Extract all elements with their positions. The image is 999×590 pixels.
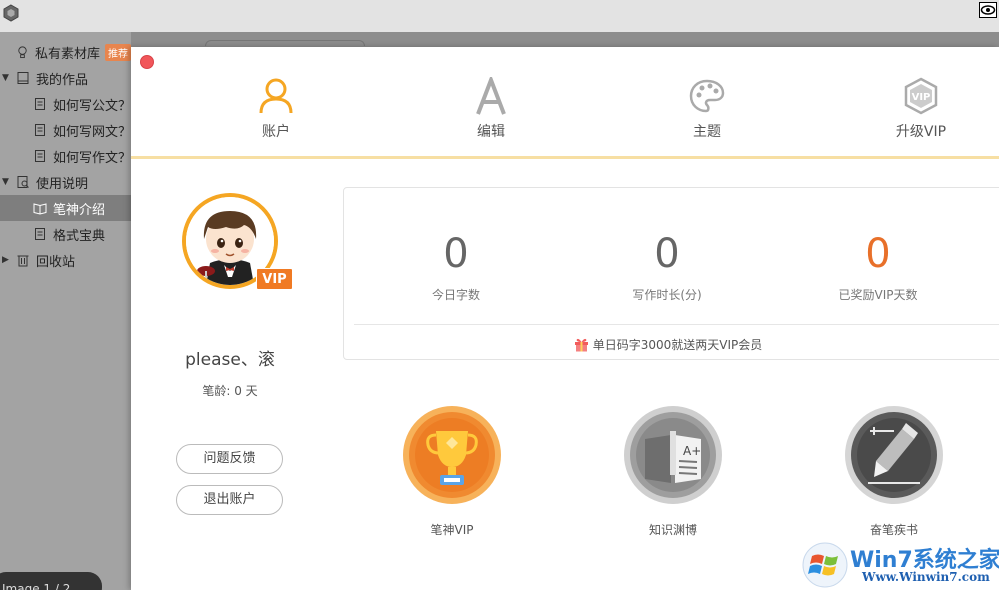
stat-writing-time: 0 写作时长(分) xyxy=(577,230,757,303)
eye-icon[interactable] xyxy=(979,2,997,18)
tab-edit[interactable]: 编辑 xyxy=(431,77,551,141)
sidebar-item-label: 如何写公文？ xyxy=(52,98,131,114)
medal-knowledge[interactable]: A+ 知识渊博 xyxy=(621,405,725,538)
sidebar-item-label: 回收站 xyxy=(36,254,76,270)
pencil-medal-icon xyxy=(845,406,943,504)
username: please、滚 xyxy=(185,350,275,370)
sidebar-item-private-library[interactable]: 私有素材库 推荐 xyxy=(0,39,131,65)
stat-caption: 今日字数 xyxy=(431,288,480,302)
site-watermark: Win7系统之家 Www.Winwin7.com xyxy=(802,540,999,590)
sidebar-item-doc[interactable]: 如何写网文？ xyxy=(0,117,131,143)
tab-account[interactable]: 账户 xyxy=(216,77,336,141)
book-search-icon xyxy=(17,176,29,188)
tab-label: 升级VIP xyxy=(895,124,947,140)
settings-tabbar: 账户 编辑 主题 VIP 升级VIP xyxy=(131,47,999,159)
sidebar-item-label: 如何写网文？ xyxy=(52,124,131,140)
promo-text: 单日码字3000就送两天VIP会员 xyxy=(592,338,763,352)
svg-text:A+: A+ xyxy=(683,444,701,458)
image-pager[interactable]: Image 1 / 2 xyxy=(0,572,102,590)
document-icon xyxy=(35,228,45,240)
stat-value: 0 xyxy=(654,231,680,277)
tab-label: 主题 xyxy=(693,124,721,140)
chevron-right-icon[interactable]: ▶ xyxy=(2,255,9,265)
sidebar-item-label: 如何写作文？ xyxy=(52,150,131,166)
settings-dialog: 账户 编辑 主题 VIP 升级VIP VIP please、滚 笔龄: 0 天 … xyxy=(131,47,999,590)
stat-value: 0 xyxy=(865,231,891,277)
app-titlebar xyxy=(0,0,999,32)
divider xyxy=(354,324,999,325)
medal-vip[interactable]: 笔神VIP xyxy=(400,405,504,538)
knowledge-book-medal-icon: A+ xyxy=(624,406,722,504)
pen-age: 笔龄: 0 天 xyxy=(202,384,258,398)
sidebar-item-my-works[interactable]: ▼ 我的作品 xyxy=(0,65,131,91)
sidebar: 私有素材库 推荐 ▼ 我的作品 如何写公文？ 如何写网文？ 如何写作文？ ▼ 使… xyxy=(0,32,131,590)
svg-text:VIP: VIP xyxy=(912,92,931,103)
sidebar-item-label: 格式宝典 xyxy=(53,228,106,244)
sidebar-item-label: 私有素材库 xyxy=(34,46,100,62)
windows-logo-icon xyxy=(802,542,848,588)
stat-caption: 写作时长(分) xyxy=(632,288,702,302)
gift-icon xyxy=(574,338,588,352)
stat-today-words: 0 今日字数 xyxy=(366,230,546,303)
sidebar-item-instructions[interactable]: ▼ 使用说明 xyxy=(0,169,131,195)
sidebar-item-label: 笔神介绍 xyxy=(53,202,106,218)
chevron-down-icon[interactable]: ▼ xyxy=(2,177,9,187)
tab-upgrade-vip[interactable]: VIP 升级VIP xyxy=(861,77,981,141)
trash-icon xyxy=(17,255,29,267)
medal-diligent[interactable]: 奋笔疾书 xyxy=(842,405,946,538)
lightbulb-icon xyxy=(18,46,27,59)
medal-caption: 笔神VIP xyxy=(430,523,474,537)
vip-badge: VIP xyxy=(256,268,293,290)
tab-label: 账户 xyxy=(262,124,290,140)
open-book-icon xyxy=(33,203,47,215)
watermark-url: Www.Winwin7.com xyxy=(862,570,990,584)
chevron-down-icon[interactable]: ▼ xyxy=(2,73,9,83)
stat-value: 0 xyxy=(443,231,469,277)
trophy-medal-icon xyxy=(403,406,501,504)
notebook-icon xyxy=(17,72,29,84)
stats-card: 0 今日字数 0 写作时长(分) 0 已奖励VIP天数 单日码字3000就送两天… xyxy=(343,187,999,360)
document-icon xyxy=(34,150,45,162)
document-icon xyxy=(34,124,45,136)
sidebar-item-label: 我的作品 xyxy=(36,72,89,88)
tab-theme[interactable]: 主题 xyxy=(647,77,767,141)
sidebar-item-intro[interactable]: 笔神介绍 xyxy=(0,195,131,221)
letter-a-icon xyxy=(476,77,506,115)
stat-caption: 已奖励VIP天数 xyxy=(838,288,918,302)
app-logo-icon xyxy=(3,4,19,22)
feedback-button[interactable]: 问题反馈 xyxy=(176,444,283,474)
tab-label: 编辑 xyxy=(477,124,505,140)
user-icon xyxy=(259,78,293,114)
medal-caption: 奋笔疾书 xyxy=(869,523,918,537)
sidebar-item-trash[interactable]: ▶ 回收站 xyxy=(0,247,131,273)
sidebar-item-doc[interactable]: 如何写公文？ xyxy=(0,91,131,117)
recommend-badge: 推荐 xyxy=(105,43,131,61)
sidebar-item-doc[interactable]: 格式宝典 xyxy=(0,221,131,247)
stat-vip-days: 0 已奖励VIP天数 xyxy=(788,230,968,303)
palette-icon xyxy=(689,79,725,113)
medal-caption: 知识渊博 xyxy=(648,523,697,537)
sidebar-item-doc[interactable]: 如何写作文？ xyxy=(0,143,131,169)
document-icon xyxy=(34,98,45,110)
search-box[interactable] xyxy=(205,40,365,46)
sidebar-item-label: 使用说明 xyxy=(36,176,89,192)
logout-button[interactable]: 退出账户 xyxy=(176,485,283,515)
vip-shield-icon: VIP xyxy=(904,77,938,115)
promo-banner[interactable]: 单日码字3000就送两天VIP会员 xyxy=(344,336,992,353)
